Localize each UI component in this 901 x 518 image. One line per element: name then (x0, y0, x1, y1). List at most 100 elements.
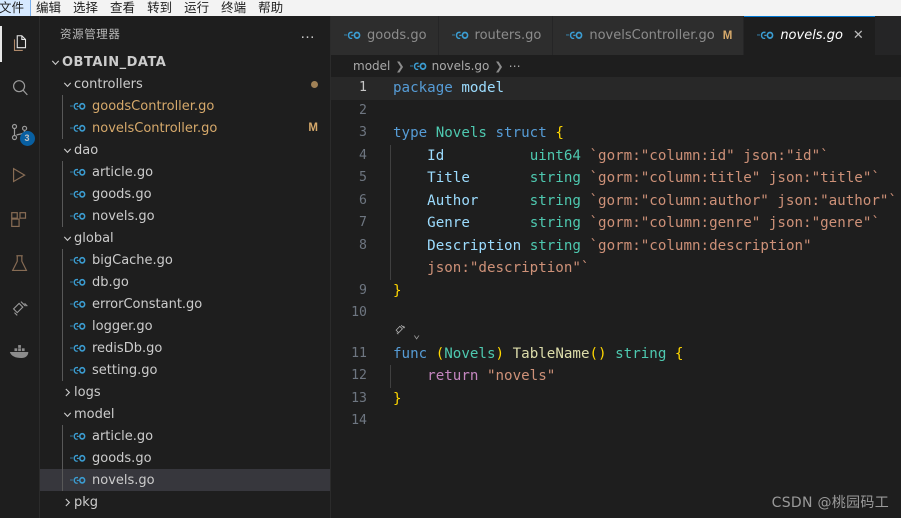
go-file-icon (70, 474, 86, 487)
tree-item-label: global (74, 230, 114, 246)
close-icon[interactable]: ✕ (853, 28, 864, 43)
tree-item-label: db.go (92, 274, 129, 290)
activity-item-run-debug[interactable] (0, 154, 40, 198)
tree-folder[interactable]: dao (40, 139, 330, 161)
indent-guide (390, 189, 391, 212)
menu-item-0[interactable]: 文件 (0, 0, 32, 16)
tree-file[interactable]: article.go (40, 425, 330, 447)
tree-root[interactable]: OBTAIN_DATA (40, 51, 330, 73)
tree-folder[interactable]: logs (40, 381, 330, 403)
tree-file[interactable]: goods.go (40, 447, 330, 469)
code-line: 12 return "novels" (331, 365, 901, 388)
go-file-icon (451, 29, 469, 42)
breadcrumb-item[interactable]: novels.go (432, 59, 490, 73)
editor-tab[interactable]: routers.go (438, 16, 554, 55)
code-editor[interactable]: 1 package model 2 3 type Novels struct {4 Id… (331, 77, 901, 518)
tree-folder[interactable]: model (40, 403, 330, 425)
code-token: } (393, 390, 402, 407)
code-line: 11 func (Novels) TableName() string { (331, 343, 901, 366)
editor-tab[interactable]: novels.go ✕ (744, 16, 876, 55)
tree-file[interactable]: article.go (40, 161, 330, 183)
tree-folder[interactable]: global (40, 227, 330, 249)
activity-item-explorer[interactable] (0, 22, 40, 66)
line-number: 4 (359, 147, 367, 163)
tree-item-label: controllers (74, 76, 143, 92)
breadcrumb-separator-icon: ❯ (395, 59, 405, 73)
tree-file[interactable]: errorConstant.go (40, 293, 330, 315)
breadcrumb-item[interactable]: model (353, 59, 390, 73)
tree-file[interactable]: goodsController.go (40, 95, 330, 117)
go-file-icon (70, 342, 86, 355)
line-number: 11 (351, 345, 367, 361)
menu-item-6[interactable]: 终端 (215, 0, 252, 16)
tree-file[interactable]: novels.go (40, 469, 330, 491)
chevron-right-icon (60, 387, 74, 398)
breadcrumb-item[interactable]: ⋯ (509, 59, 522, 73)
indent-guide (390, 144, 391, 167)
code-token: Novels (435, 125, 487, 141)
code-token: string (529, 170, 581, 186)
menu-item-2[interactable]: 选择 (67, 0, 104, 16)
code-token: string (529, 215, 581, 231)
indent-guide (62, 205, 63, 227)
indent-guide (62, 95, 63, 117)
menu-item-4[interactable]: 转到 (141, 0, 178, 16)
code-line-text: type Novels struct { (386, 122, 901, 145)
menu-item-5[interactable]: 运行 (178, 0, 215, 16)
tree-file[interactable]: redisDb.go (40, 337, 330, 359)
indent-guide (62, 425, 63, 447)
codelens[interactable]: ⌄ (331, 325, 901, 343)
tree-file[interactable]: logger.go (40, 315, 330, 337)
tree-file[interactable]: goods.go (40, 183, 330, 205)
file-tree[interactable]: OBTAIN_DATA controllers goodsController.go… (40, 51, 330, 518)
code-token: `gorm:"column:description" (589, 237, 812, 254)
indent-guide (62, 447, 63, 469)
activity-item-testing[interactable] (0, 242, 40, 286)
menu-item-7[interactable]: 帮助 (252, 0, 289, 16)
activity-item-source-control[interactable]: 3 (0, 110, 40, 154)
indent-guide (62, 271, 63, 293)
tree-item-label: article.go (92, 164, 154, 180)
tree-file[interactable]: bigCache.go (40, 249, 330, 271)
sidebar-title: 资源管理器 (60, 26, 121, 41)
code-token: string (615, 345, 667, 362)
code-token: Novels (444, 345, 496, 362)
go-gopher-icon (393, 322, 408, 345)
run-and-debug-icon (9, 165, 31, 187)
code-line-text: } (386, 388, 901, 411)
activity-item-docker[interactable] (0, 330, 40, 374)
menu-item-1[interactable]: 编辑 (30, 0, 67, 16)
tree-item-label: novelsController.go (92, 120, 218, 136)
tree-file[interactable]: setting.go (40, 359, 330, 381)
activity-item-search[interactable] (0, 66, 40, 110)
sidebar-more-actions-icon[interactable]: … (300, 26, 316, 41)
editor-tab[interactable]: novelsController.go M (553, 16, 745, 55)
code-line: 9} (331, 280, 901, 303)
indent-guide (62, 337, 63, 359)
code-line-text: json:"description"` (386, 257, 901, 280)
menu-item-3[interactable]: 查看 (104, 0, 141, 16)
tree-item-label: novels.go (92, 472, 155, 488)
line-number: 2 (359, 102, 367, 118)
chevron-down-icon[interactable]: ⌄ (413, 328, 420, 340)
vscode-window: 文件 编辑 选择 查看 转到 运行 终端 帮助 3 资源管理器 … OBTAIN… (0, 0, 901, 518)
line-number: 7 (359, 215, 367, 230)
code-token: { (555, 125, 564, 141)
tree-folder[interactable]: controllers (40, 73, 330, 95)
go-file-icon (70, 254, 86, 267)
tree-file[interactable]: novelsController.go M (40, 117, 330, 139)
tree-file[interactable]: novels.go (40, 205, 330, 227)
code-line: 1 package model (331, 77, 901, 100)
code-token: `gorm:"column:title" json:"title"` (589, 170, 880, 186)
tree-file[interactable]: db.go (40, 271, 330, 293)
activity-item-extensions[interactable] (0, 198, 40, 242)
go-file-icon (70, 320, 86, 333)
code-line: 3 type Novels struct { (331, 122, 901, 145)
tree-folder[interactable]: pkg (40, 491, 330, 513)
activity-item-go[interactable] (0, 286, 40, 330)
editor-tab[interactable]: goods.go (331, 16, 439, 55)
